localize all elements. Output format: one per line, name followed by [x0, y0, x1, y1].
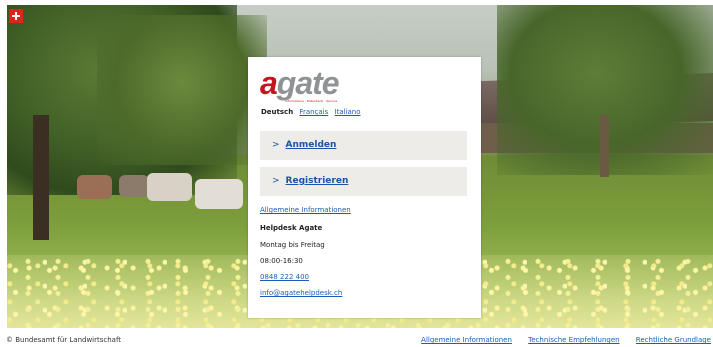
cow	[195, 179, 243, 209]
footer: © Bundesamt für Landwirtschaft Allgemein…	[0, 333, 713, 347]
agate-logo: agate	[260, 65, 340, 101]
helpdesk-hours: 08:00-16:30	[260, 257, 303, 265]
tree-trunk	[33, 115, 49, 240]
footer-links: Allgemeine Informationen Technische Empf…	[407, 336, 711, 344]
helpdesk-title: Helpdesk Agate	[260, 224, 323, 232]
helpdesk-phone-link[interactable]: 0848 222 400	[260, 273, 309, 281]
cow	[77, 175, 112, 199]
lang-francais[interactable]: Français	[299, 108, 328, 116]
general-info-link[interactable]: Allgemeine Informationen	[260, 206, 351, 214]
tree-left-2	[97, 15, 267, 165]
login-button[interactable]: > Anmelden	[260, 131, 467, 160]
helpdesk-days: Montag bis Freitag	[260, 241, 325, 249]
swiss-flag-icon	[9, 9, 23, 23]
logo-tagline: Informations · Datenbank · Service	[285, 99, 338, 103]
chevron-right-icon: >	[272, 176, 280, 186]
language-switcher: Deutsch Français Italiano	[261, 108, 365, 116]
login-label: Anmelden	[285, 140, 337, 150]
chevron-right-icon: >	[272, 140, 280, 150]
register-label: Registrieren	[285, 176, 349, 186]
helpdesk-email-link[interactable]: info@agatehelpdesk.ch	[260, 289, 342, 297]
copyright-text: © Bundesamt für Landwirtschaft	[6, 336, 122, 344]
tree-trunk-2	[600, 115, 609, 177]
login-card: agate Informations · Datenbank · Service…	[248, 57, 481, 318]
footer-link-general-info[interactable]: Allgemeine Informationen	[421, 336, 512, 344]
footer-link-legal[interactable]: Rechtliche Grundlage	[636, 336, 711, 344]
register-button[interactable]: > Registrieren	[260, 167, 467, 196]
cow	[147, 173, 192, 201]
lang-italiano[interactable]: Italiano	[335, 108, 361, 116]
lang-deutsch[interactable]: Deutsch	[261, 108, 293, 116]
footer-link-technical[interactable]: Technische Empfehlungen	[528, 336, 619, 344]
cow	[119, 175, 149, 197]
